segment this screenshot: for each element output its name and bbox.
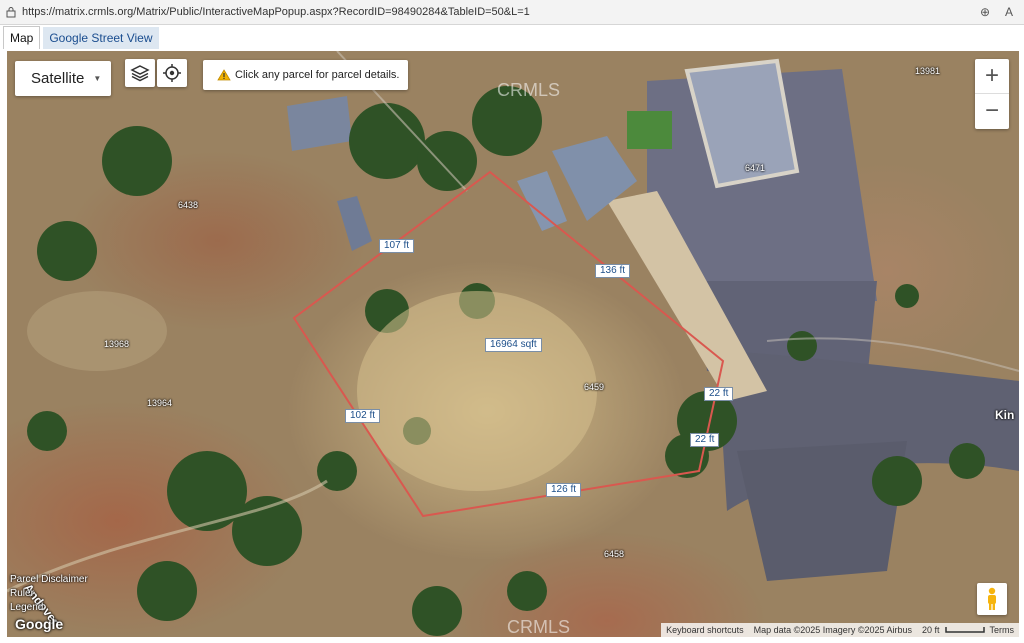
street-view-pegman[interactable] bbox=[977, 583, 1007, 615]
layers-button[interactable] bbox=[125, 59, 155, 87]
tab-street-view[interactable]: Google Street View bbox=[43, 27, 159, 49]
parcel-number[interactable]: 6438 bbox=[178, 200, 198, 210]
parcel-disclaimer-link[interactable]: Parcel Disclaimer bbox=[10, 574, 88, 585]
chevron-down-icon: ▼ bbox=[93, 74, 102, 83]
parcel-number[interactable]: 13964 bbox=[147, 398, 172, 408]
scale-label[interactable]: 20 ft bbox=[917, 625, 945, 635]
measure-area: 16964 sqft bbox=[485, 338, 542, 352]
map-type-dropdown[interactable]: Satellite ▼ bbox=[15, 61, 111, 96]
measure-west: 102 ft bbox=[345, 409, 381, 423]
url-text[interactable]: https://matrix.crmls.org/Matrix/Public/I… bbox=[22, 6, 976, 18]
measure-north: 107 ft bbox=[379, 239, 415, 253]
parcel-number[interactable]: 13981 bbox=[915, 66, 940, 76]
layers-icon bbox=[130, 65, 150, 82]
tab-map[interactable]: Map bbox=[3, 26, 41, 49]
measure-east-bottom: 22 ft bbox=[690, 433, 720, 447]
watermark: CRMLS bbox=[507, 617, 570, 637]
legend-link[interactable]: Legend bbox=[10, 602, 43, 613]
parcel-number[interactable]: 6459 bbox=[584, 382, 604, 392]
measure-south: 126 ft bbox=[546, 483, 582, 497]
keyboard-shortcuts-link[interactable]: Keyboard shortcuts bbox=[661, 625, 749, 635]
scale-bar-icon bbox=[944, 627, 985, 633]
map-type-label: Satellite bbox=[31, 70, 85, 87]
pegman-icon bbox=[988, 587, 996, 610]
my-location-button[interactable] bbox=[157, 59, 187, 87]
browser-address-bar: https://matrix.crmls.org/Matrix/Public/I… bbox=[0, 0, 1024, 25]
map-data-attribution: Map data ©2025 Imagery ©2025 Airbus bbox=[753, 625, 912, 635]
measure-east-top: 22 ft bbox=[704, 387, 734, 401]
map-footer: Keyboard shortcuts Map data ©2025 Imager… bbox=[661, 623, 1019, 637]
zoom-control: + − bbox=[975, 59, 1009, 129]
parcel-number[interactable]: 13968 bbox=[104, 339, 129, 349]
crosshair-icon bbox=[163, 64, 181, 82]
zoom-page-icon[interactable]: ⊕ bbox=[976, 5, 994, 19]
google-logo: Google bbox=[15, 616, 64, 632]
watermark-top: CRMLS bbox=[497, 80, 560, 100]
parcel-number[interactable]: 6471 bbox=[745, 163, 765, 173]
satellite-map[interactable]: CRMLS CRMLS Satellite ▼ Click any parcel… bbox=[7, 51, 1019, 637]
terms-link[interactable]: Terms bbox=[985, 625, 1020, 635]
notice-text: Click any parcel for parcel details. bbox=[235, 69, 400, 81]
zoom-out-button[interactable]: − bbox=[975, 94, 1009, 128]
warning-icon bbox=[217, 69, 231, 81]
ruler-link[interactable]: Ruler bbox=[10, 588, 34, 599]
read-aloud-icon[interactable]: A bbox=[1000, 5, 1018, 19]
parcel-notice: Click any parcel for parcel details. bbox=[203, 60, 408, 90]
map-tabs: Map Google Street View bbox=[0, 25, 1024, 49]
street-label-kim: Kin bbox=[995, 408, 1015, 422]
measure-northeast: 136 ft bbox=[595, 264, 631, 278]
zoom-in-button[interactable]: + bbox=[975, 59, 1009, 93]
parcel-number[interactable]: 6458 bbox=[604, 549, 624, 559]
lock-icon bbox=[6, 7, 16, 18]
